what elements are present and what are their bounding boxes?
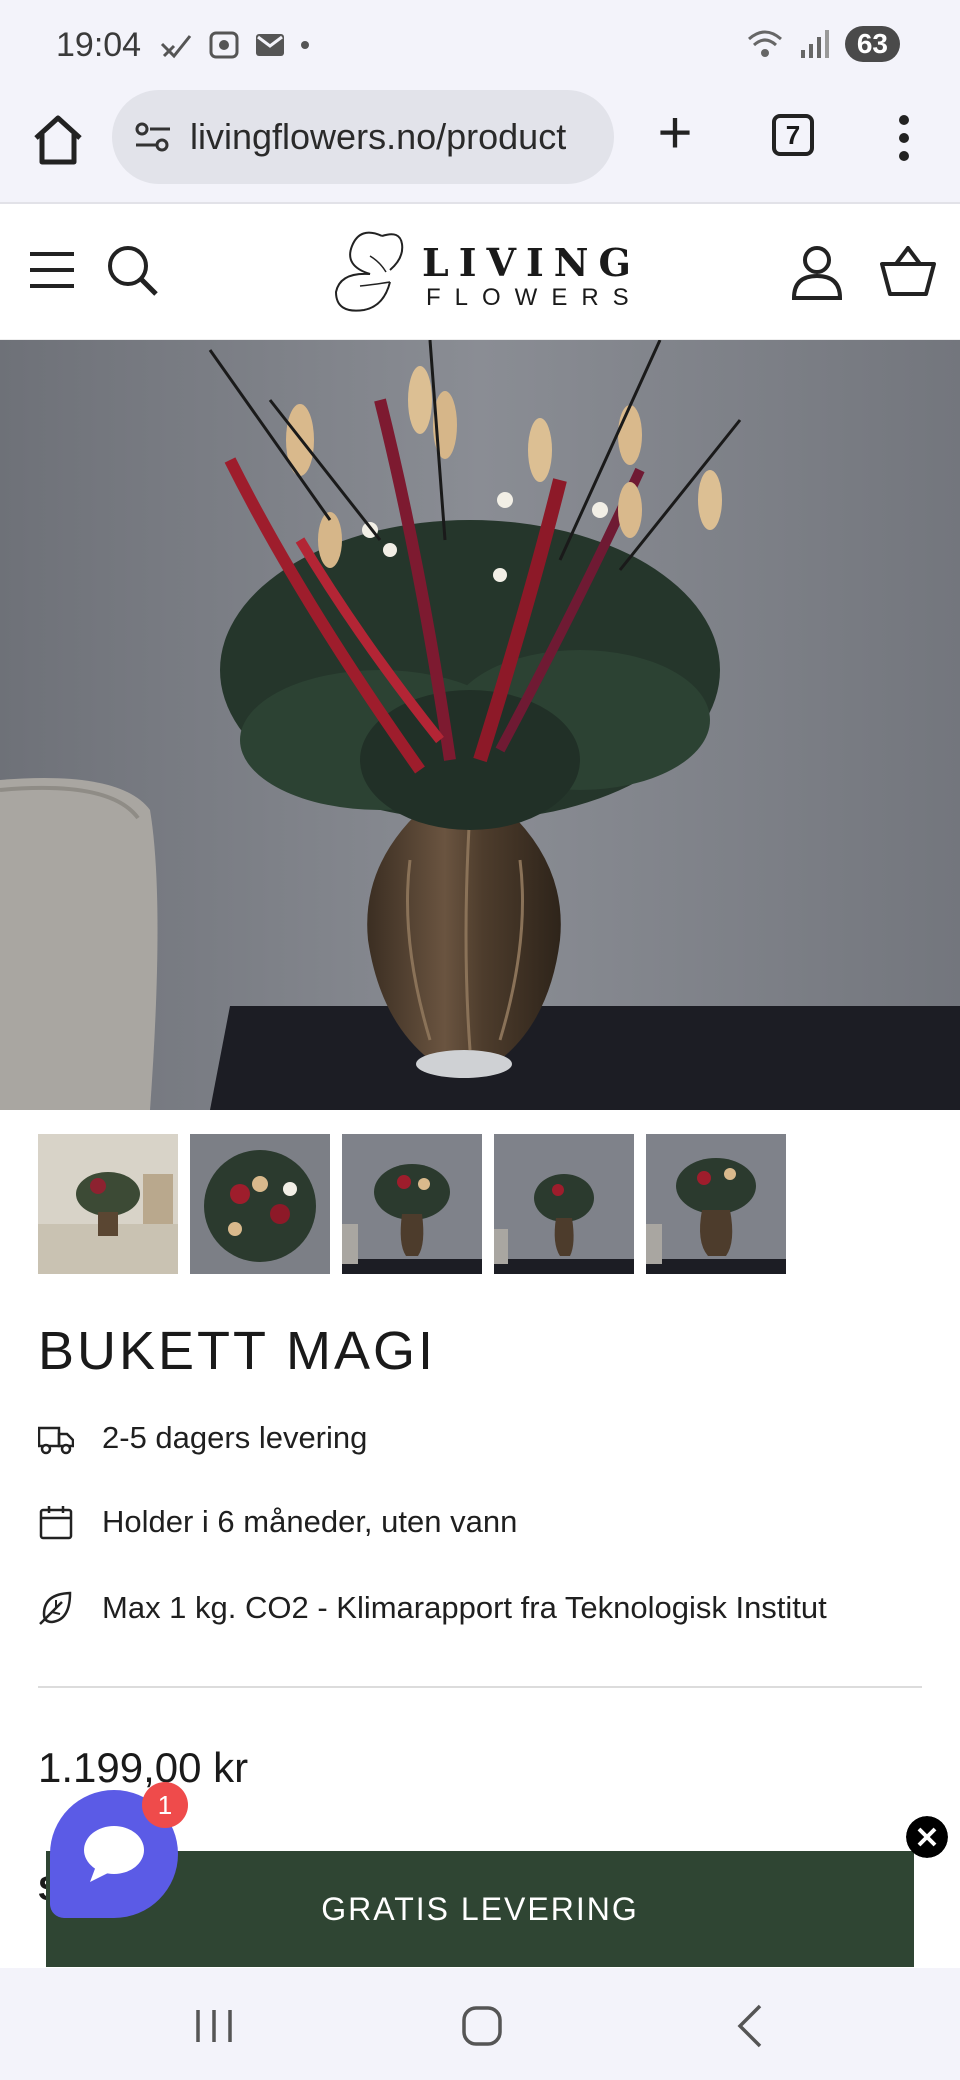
home-icon[interactable] xyxy=(30,112,86,168)
product-thumbnails xyxy=(38,1134,786,1274)
missed-call-icon xyxy=(160,35,192,59)
site-header: LIVING FLOWERS xyxy=(0,204,960,340)
site-logo[interactable]: LIVING FLOWERS xyxy=(330,226,631,318)
thumbnail-3[interactable] xyxy=(342,1134,482,1274)
tab-switcher-button[interactable]: 7 xyxy=(772,114,814,156)
address-bar[interactable]: livingflowers.no/product xyxy=(112,90,614,184)
signal-icon xyxy=(800,30,829,58)
butterfly-logo-icon xyxy=(334,231,404,312)
screenshot-icon xyxy=(209,31,239,59)
close-banner-icon[interactable] xyxy=(906,1816,948,1858)
truck-icon xyxy=(38,1426,74,1455)
feature-text: Max 1 kg. CO2 - Klimarapport fra Teknolo… xyxy=(102,1590,827,1625)
battery-level: 63 xyxy=(844,26,900,62)
product-price: 1.199,00 kr xyxy=(38,1744,249,1791)
feature-text: Holder i 6 måneder, uten vann xyxy=(102,1504,518,1539)
status-system-icons: 63 xyxy=(745,26,900,62)
status-bar: 19:04 63 xyxy=(0,0,960,90)
thumbnail-image xyxy=(494,1134,634,1274)
back-icon[interactable] xyxy=(722,1998,782,2054)
browser-toolbar: livingflowers.no/product + 7 xyxy=(0,90,960,204)
shopping-basket-icon[interactable] xyxy=(880,246,936,298)
recent-apps-icon[interactable] xyxy=(184,1998,244,2054)
feature-climate: Max 1 kg. CO2 - Klimarapport fra Teknolo… xyxy=(38,1590,827,1626)
section-divider xyxy=(38,1686,922,1688)
leaf-icon xyxy=(39,1591,72,1625)
logo-text-living: LIVING xyxy=(422,240,641,285)
bouquet-photo xyxy=(0,340,960,1110)
thumbnail-image xyxy=(38,1134,178,1274)
logo-text-flowers: FLOWERS xyxy=(426,284,643,311)
system-navigation-bar xyxy=(0,1968,960,2080)
status-notification-icons xyxy=(160,30,310,60)
feature-longevity: Holder i 6 måneder, uten vann xyxy=(38,1504,517,1540)
status-time: 19:04 xyxy=(56,26,142,64)
thumbnail-image xyxy=(190,1134,330,1274)
product-title: BUKETT MAGI xyxy=(38,1321,437,1381)
thumbnail-image xyxy=(342,1134,482,1274)
wifi-icon xyxy=(747,30,782,57)
thumbnail-4[interactable] xyxy=(494,1134,634,1274)
user-account-icon[interactable] xyxy=(790,244,844,300)
more-options-icon[interactable] xyxy=(880,110,928,166)
thumbnail-2[interactable] xyxy=(190,1134,330,1274)
home-nav-icon[interactable] xyxy=(452,1998,512,2054)
site-settings-icon[interactable] xyxy=(134,121,172,153)
url-text[interactable]: livingflowers.no/product xyxy=(190,116,600,158)
thumbnail-1[interactable] xyxy=(38,1134,178,1274)
thumbnail-5[interactable] xyxy=(646,1134,786,1274)
product-main-image[interactable] xyxy=(0,340,960,1110)
chat-notification-badge: 1 xyxy=(142,1782,188,1828)
search-icon[interactable] xyxy=(104,242,160,298)
feature-delivery: 2-5 dagers levering xyxy=(38,1420,367,1456)
hamburger-menu-icon[interactable] xyxy=(28,250,76,290)
dot-icon xyxy=(301,41,309,49)
thumbnail-image xyxy=(646,1134,786,1274)
mail-icon xyxy=(256,34,284,56)
calendar-icon xyxy=(39,1506,73,1540)
new-tab-button[interactable]: + xyxy=(650,103,700,164)
feature-text: 2-5 dagers levering xyxy=(102,1420,368,1455)
